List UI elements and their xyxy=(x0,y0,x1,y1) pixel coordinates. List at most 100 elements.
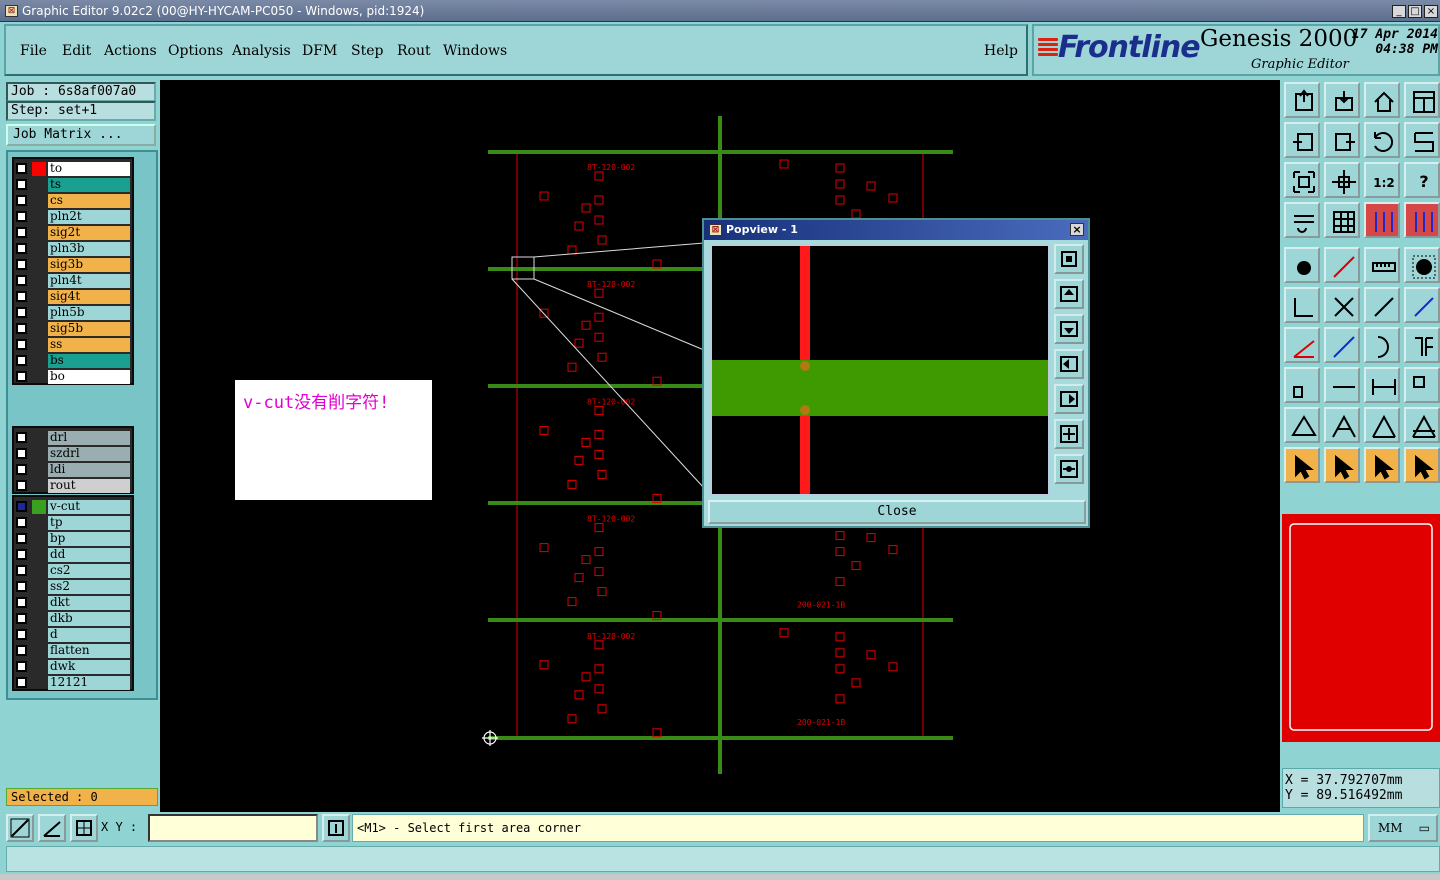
triangle-a-tool-button[interactable] xyxy=(1324,407,1360,443)
layer-row-sig5b[interactable]: sig5b xyxy=(14,321,132,337)
layer-checkbox[interactable] xyxy=(16,661,27,672)
layer-name[interactable]: dkt xyxy=(48,596,130,610)
layer-row-sig2t[interactable]: sig2t xyxy=(14,225,132,241)
layer-row-ss2[interactable]: ss2 xyxy=(14,579,132,595)
select-feature-tool-button[interactable] xyxy=(1364,447,1400,483)
layer-name[interactable]: pln5b xyxy=(48,306,130,320)
zoom-fit-tool-button[interactable] xyxy=(1284,162,1320,198)
layer-row-flatten[interactable]: flatten xyxy=(14,643,132,659)
layer-checkbox[interactable] xyxy=(16,629,27,640)
angle-red-tool-button[interactable] xyxy=(1284,327,1320,363)
layer-row-cs[interactable]: cs xyxy=(14,193,132,209)
layer-name[interactable]: dd xyxy=(48,548,130,562)
layer-name[interactable]: dkb xyxy=(48,612,130,626)
layer-checkbox[interactable] xyxy=(16,613,27,624)
layer-checkbox[interactable] xyxy=(16,677,27,688)
nodes-tool-button[interactable] xyxy=(1284,287,1320,323)
layer-row-12121[interactable]: 12121 xyxy=(14,675,132,691)
menu-actions[interactable]: Actions xyxy=(104,43,157,59)
layer-checkbox[interactable] xyxy=(16,355,27,366)
line-red-tool-button[interactable] xyxy=(1324,247,1360,283)
layer-checkbox[interactable] xyxy=(16,581,27,592)
snap-button[interactable] xyxy=(6,814,34,842)
pad-tool-button[interactable] xyxy=(1284,247,1320,283)
layer-row-dwk[interactable]: dwk xyxy=(14,659,132,675)
layer-checkbox[interactable] xyxy=(16,275,27,286)
layer-row-dd[interactable]: dd xyxy=(14,547,132,563)
layer-name[interactable]: ts xyxy=(48,178,130,192)
layer-row-ts[interactable]: ts xyxy=(14,177,132,193)
layer-row-dkb[interactable]: dkb xyxy=(14,611,132,627)
triangle-c-tool-button[interactable] xyxy=(1404,407,1440,443)
layer-name[interactable]: sig2t xyxy=(48,226,130,240)
layer-checkbox[interactable] xyxy=(16,227,27,238)
layer-name[interactable]: tp xyxy=(48,516,130,530)
line-blue-tool-button[interactable] xyxy=(1324,327,1360,363)
hline-tool-button[interactable] xyxy=(1324,367,1360,403)
layer-row-szdrl[interactable]: szdrl xyxy=(14,446,132,462)
node-blue-tool-button[interactable] xyxy=(1404,287,1440,323)
export-tool-button[interactable] xyxy=(1284,82,1320,118)
layer-name[interactable]: d xyxy=(48,628,130,642)
layer-name[interactable]: bs xyxy=(48,354,130,368)
close-window-button[interactable]: × xyxy=(1424,5,1438,18)
menu-rout[interactable]: Rout xyxy=(397,43,431,59)
layer-row-rout[interactable]: rout xyxy=(14,478,132,494)
layer-checkbox[interactable] xyxy=(16,323,27,334)
popview-zoom-fit-button[interactable] xyxy=(1054,244,1084,274)
popview-zoom-in-button[interactable] xyxy=(1054,419,1084,449)
zoom-center-tool-button[interactable] xyxy=(1324,162,1360,198)
layer-name[interactable]: sig4t xyxy=(48,290,130,304)
split-tool-button[interactable] xyxy=(1404,327,1440,363)
layer-row-pln2t[interactable]: pln2t xyxy=(14,209,132,225)
layer-row-bp[interactable]: bp xyxy=(14,531,132,547)
layer-row-bs[interactable]: bs xyxy=(14,353,132,369)
layer-name[interactable]: cs2 xyxy=(48,564,130,578)
home-tool-button[interactable] xyxy=(1364,82,1400,118)
layer-row-to[interactable]: to xyxy=(14,161,132,177)
layer-row-d[interactable]: d xyxy=(14,627,132,643)
menu-help[interactable]: Help xyxy=(984,43,1018,59)
layer-row-pln3b[interactable]: pln3b xyxy=(14,241,132,257)
measure-tool-button[interactable] xyxy=(1364,367,1400,403)
measure-button[interactable] xyxy=(38,814,66,842)
popview-close-icon[interactable]: × xyxy=(1070,223,1084,236)
copy-pad-tool-button[interactable] xyxy=(1284,367,1320,403)
maximize-button[interactable]: □ xyxy=(1408,5,1422,18)
tools-tool-button[interactable] xyxy=(1284,202,1320,238)
layer-row-dkt[interactable]: dkt xyxy=(14,595,132,611)
board-thumbnail[interactable] xyxy=(1282,514,1440,742)
mirror-tool-button[interactable] xyxy=(1404,122,1440,158)
layer-checkbox[interactable] xyxy=(16,480,27,491)
menu-file[interactable]: File xyxy=(20,43,47,59)
cross-tool-button[interactable] xyxy=(1324,287,1360,323)
layer-name[interactable]: sig3b xyxy=(48,258,130,272)
info-button[interactable] xyxy=(322,814,350,842)
layer-name[interactable]: bp xyxy=(48,532,130,546)
menu-edit[interactable]: Edit xyxy=(62,43,91,59)
layer-row-v-cut[interactable]: v-cut xyxy=(14,499,132,515)
scale-1to1-tool-button[interactable]: 1:2 xyxy=(1364,162,1400,198)
rotate-tool-button[interactable] xyxy=(1364,122,1400,158)
layer-name[interactable]: rout xyxy=(48,479,130,493)
xy-input[interactable] xyxy=(148,814,318,842)
layer-checkbox[interactable] xyxy=(16,549,27,560)
popview-pan-down-button[interactable] xyxy=(1054,314,1084,344)
layer-name[interactable]: flatten xyxy=(48,644,130,658)
select-edit-tool-button[interactable] xyxy=(1324,447,1360,483)
layer-name[interactable]: v-cut xyxy=(48,500,130,514)
layer-row-pln5b[interactable]: pln5b xyxy=(14,305,132,321)
layer-checkbox[interactable] xyxy=(16,339,27,350)
layer-checkbox[interactable] xyxy=(16,243,27,254)
layer-checkbox[interactable] xyxy=(16,371,27,382)
layer-row-bo[interactable]: bo xyxy=(14,369,132,385)
layer-row-sig4t[interactable]: sig4t xyxy=(14,289,132,305)
job-matrix-button[interactable]: Job Matrix ... xyxy=(6,124,156,146)
select-net-tool-button[interactable] xyxy=(1404,447,1440,483)
layers-red2-tool-button[interactable] xyxy=(1404,202,1440,238)
menu-options[interactable]: Options xyxy=(168,43,223,59)
grid-button[interactable] xyxy=(70,814,98,842)
popview-zoom-out-button[interactable] xyxy=(1054,454,1084,484)
layers-red-tool-button[interactable] xyxy=(1364,202,1400,238)
layer-name[interactable]: cs xyxy=(48,194,130,208)
